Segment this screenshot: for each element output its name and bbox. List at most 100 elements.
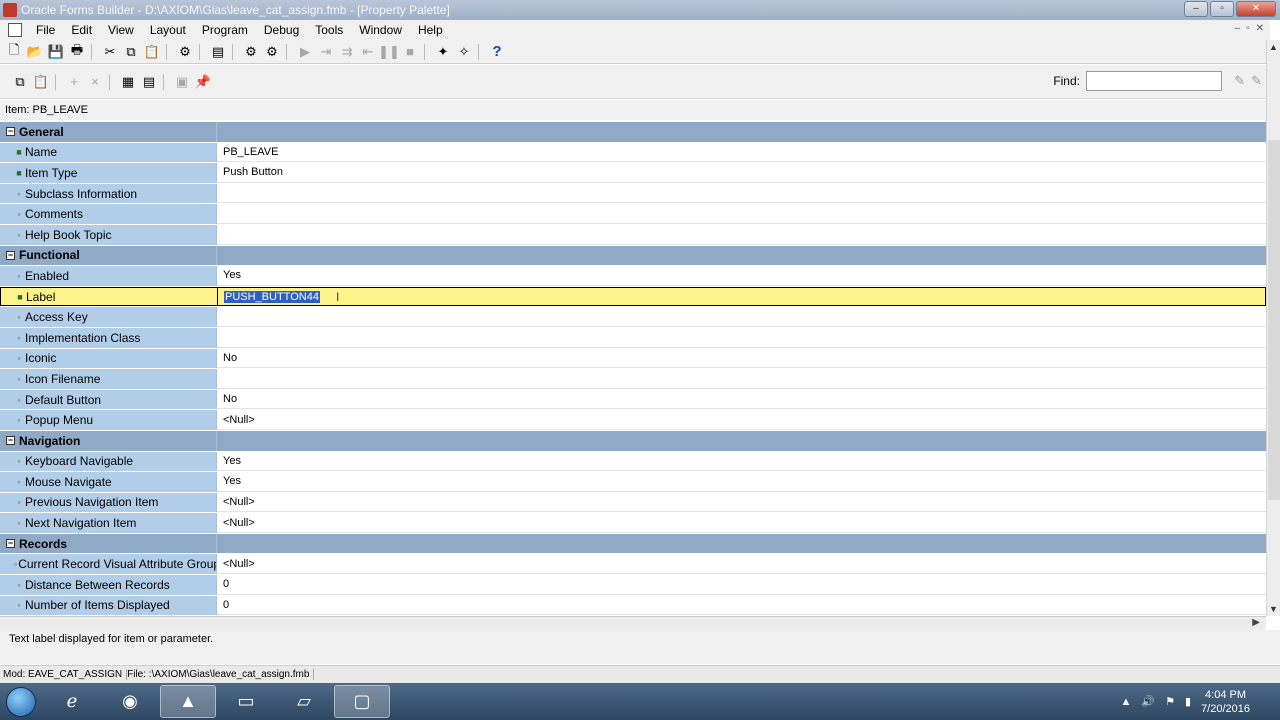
property-name-cell[interactable]: ◦ Implementation Class [0,327,217,348]
collapse-toggle-icon[interactable]: − [6,250,15,260]
property-row[interactable]: ■ Label PUSH_BUTTON44 I [0,286,1266,308]
property-value-cell[interactable]: PUSH_BUTTON44 I [217,286,1266,307]
property-name-cell[interactable]: ◦ Mouse Navigate [0,472,217,492]
network-icon[interactable]: ▮ [1185,695,1191,708]
minimize-button[interactable]: – [1184,1,1208,17]
property-row[interactable]: ◦ Default Button No [0,389,1266,411]
property-row[interactable]: ◦ Number of Items Displayed 0 [0,595,1266,616]
property-row[interactable]: ◦ Distance Between Records 0 [0,575,1266,596]
menu-tools[interactable]: Tools [307,20,351,40]
property-row[interactable]: ◦ Comments [0,204,1266,225]
intersection-icon[interactable]: ▣ [172,72,192,92]
find-previous-icon[interactable]: ✎ [1251,73,1262,89]
help-icon[interactable]: ? [487,42,507,62]
property-row[interactable]: ◦ Mouse Navigate Yes [0,472,1266,493]
property-name-cell[interactable]: ◦ Next Navigation Item [0,513,217,533]
step-into-icon[interactable]: ⇥ [316,42,336,62]
wizard-icon[interactable]: ✦ [433,42,453,62]
property-value-cell[interactable] [217,369,1266,389]
add-property-icon[interactable]: + [64,72,84,92]
property-value-cell[interactable] [217,307,1266,327]
property-name-cell[interactable]: ◦ Icon Filename [0,369,217,389]
property-row[interactable]: ◦ Keyboard Navigable Yes [0,451,1266,473]
mdi-close-button[interactable]: ✕ [1256,23,1264,34]
menu-edit[interactable]: Edit [63,20,100,40]
property-row[interactable]: ◦ Subclass Information [0,183,1266,205]
vertical-scrollbar[interactable]: ▲ ▼ [1266,40,1280,616]
property-value-cell[interactable] [217,204,1266,224]
stop-icon[interactable]: ■ [400,42,420,62]
property-name-cell[interactable]: ◦ Popup Menu [0,410,217,430]
property-name-cell[interactable]: ◦ Access Key [0,307,217,327]
property-row[interactable]: ◦ Previous Navigation Item <Null> [0,492,1266,514]
property-category-row[interactable]: − Records [0,533,1266,555]
scroll-up-arrow-icon[interactable]: ▲ [1269,42,1278,52]
property-name-cell[interactable]: ◦ Subclass Information [0,183,217,204]
property-row[interactable]: ◦ Popup Menu <Null> [0,410,1266,431]
notepad-icon[interactable]: ▱ [276,685,332,718]
show-hidden-icons-icon[interactable]: ▲ [1121,696,1132,708]
property-category-row[interactable]: − Functional [0,245,1266,267]
property-value-cell[interactable] [217,430,1266,451]
scroll-thumb[interactable] [1268,140,1280,500]
menu-file[interactable]: File [28,20,63,40]
document-icon[interactable] [8,23,22,37]
property-name-cell[interactable]: ◦ Keyboard Navigable [0,451,217,472]
property-row[interactable]: ■ Name PB_LEAVE [0,142,1266,164]
menu-window[interactable]: Window [351,20,410,40]
menu-view[interactable]: View [100,20,142,40]
property-name-cell[interactable]: ■ Name [0,142,217,163]
property-value-cell[interactable]: <Null> [217,410,1266,430]
firefox-icon[interactable]: ◉ [102,685,158,718]
freeze-icon[interactable]: 📌 [193,72,213,92]
oracle-forms-taskbar-icon[interactable]: ▲ [160,685,216,718]
volume-icon[interactable]: 🔊 [1141,695,1155,708]
property-value-cell[interactable]: <Null> [217,513,1266,533]
layout-wizard-icon[interactable]: ✧ [454,42,474,62]
property-value-cell[interactable] [217,122,1266,142]
mdi-restore-button[interactable]: ▫ [1246,23,1250,34]
internet-explorer-icon[interactable]: ℯ [44,685,100,718]
maximize-button[interactable]: ▫ [1210,1,1234,17]
property-row[interactable]: ◦ Access Key [0,307,1266,328]
property-class-icon[interactable]: ▦ [118,72,138,92]
property-value-cell[interactable]: Push Button [217,163,1266,183]
step-out-icon[interactable]: ⇤ [358,42,378,62]
property-value-cell[interactable]: Yes [217,472,1266,492]
find-next-icon[interactable]: ✎ [1234,73,1245,89]
start-button[interactable] [0,683,42,720]
mdi-minimize-button[interactable]: – [1235,23,1241,34]
property-name-cell[interactable]: ◦ Enabled [0,266,217,286]
property-row[interactable]: ◦ Iconic No [0,348,1266,370]
property-row[interactable]: ◦ Current Record Visual Attribute Group <N… [0,554,1266,576]
property-value-cell[interactable] [217,224,1266,245]
property-value-cell[interactable]: <Null> [217,554,1266,575]
collapse-toggle-icon[interactable]: − [6,127,15,137]
property-name-cell[interactable]: ◦ Previous Navigation Item [0,492,217,513]
scroll-right-arrow-icon[interactable]: ▶ [1252,617,1260,628]
debug-icon[interactable]: ⚙ [262,42,282,62]
command-prompt-icon[interactable]: ▭ [218,685,274,718]
open-icon[interactable]: 📂 [25,42,45,62]
property-name-cell[interactable]: − Functional [0,245,217,266]
clock[interactable]: 4:04 PM 7/20/2016 [1201,688,1250,716]
property-category-row[interactable]: − Navigation [0,430,1266,452]
copy-icon[interactable]: ⧉ [121,42,141,62]
cut-icon[interactable]: ✂ [100,42,120,62]
property-row[interactable]: ◦ Icon Filename [0,369,1266,390]
menu-program[interactable]: Program [194,20,256,40]
property-row[interactable]: ◦ Enabled Yes [0,266,1266,287]
action-center-icon[interactable]: ⚑ [1165,695,1175,708]
step-over-icon[interactable]: ⇉ [337,42,357,62]
paste-properties-icon[interactable]: 📋 [31,72,51,92]
property-name-cell[interactable]: ■ Item Type [0,163,217,183]
window-taskbar-icon[interactable]: ▢ [334,685,390,718]
print-icon[interactable]: 🖶 [67,42,87,62]
property-row[interactable]: ■ Item Type Push Button [0,163,1266,184]
property-value-cell[interactable]: 0 [217,595,1266,616]
property-name-cell[interactable]: ◦ Distance Between Records [0,575,217,595]
go-icon[interactable]: ▶ [295,42,315,62]
property-row[interactable]: ◦ Help Book Topic [0,224,1266,246]
property-value-cell[interactable]: Yes [217,451,1266,472]
property-name-cell[interactable]: − Navigation [0,430,217,451]
